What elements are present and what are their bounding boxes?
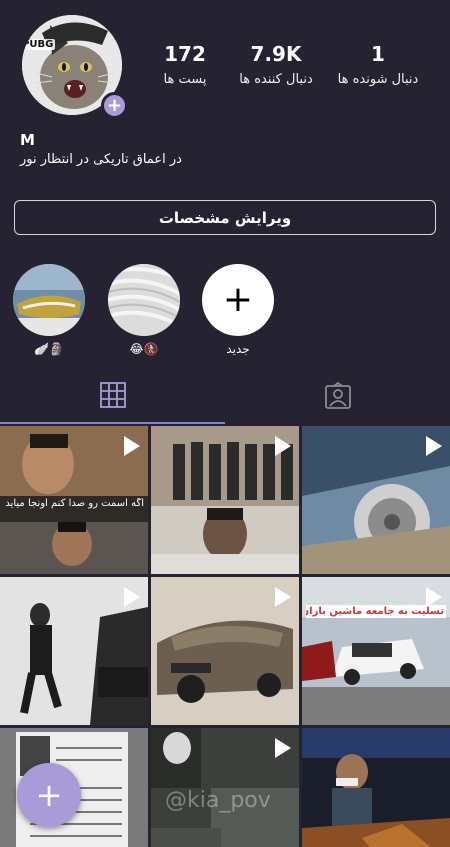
stat-value: 172 [164,42,206,66]
new-highlight-label: جدید [226,342,250,356]
post-thumbnail[interactable]: @kia_pov [151,728,299,847]
stat-value: 1 [371,42,385,66]
highlight-cover [108,264,180,336]
profile-username: M [20,131,35,149]
stat-value: 7.9K [250,42,302,66]
post-thumbnail[interactable]: تسلیت به جامعه ماشین بازان ایران [302,577,450,725]
post-thumbnail[interactable] [151,577,299,725]
stat-followers[interactable]: 7.9K دنبال کننده ها [230,42,322,90]
stat-label: دنبال شونده ها [337,72,419,87]
highlight-car-image [13,264,85,336]
stat-label: پست ها [163,72,207,87]
add-story-button[interactable]: + [101,92,128,119]
video-icon [426,587,442,607]
post-thumbnail[interactable] [0,577,148,725]
highlight-cover [13,264,85,336]
post-caption: تسلیت به جامعه ماشین بازان ایران [306,605,446,618]
post-thumbnail[interactable]: اگه اسمت رو صدا کنم اونجا میاید 😂😂 [0,426,148,574]
tagged-person-icon [324,382,351,409]
highlight-caption: 😂🚷 [129,342,159,356]
video-icon [275,587,291,607]
video-icon [426,436,442,456]
grid-icon [99,382,126,408]
highlight-fur-image [108,264,180,336]
video-icon [124,587,140,607]
tab-tagged[interactable] [225,368,450,424]
highlight-caption: 🪽🗿 [34,342,64,356]
profile-avatar[interactable]: PUBG + [22,15,128,119]
post-caption: @kia_pov [165,788,271,813]
avatar-brand-label: PUBG [22,39,56,50]
stat-label: دنبال کننده ها [239,72,313,87]
post-thumbnail[interactable] [302,728,450,847]
post-image [302,728,450,847]
highlight-1[interactable]: 🪽🗿 [12,264,86,356]
video-icon [275,738,291,758]
plus-icon[interactable]: + [202,264,274,336]
highlight-2[interactable]: 😂🚷 [107,264,181,356]
video-icon [275,436,291,456]
create-post-button[interactable]: + [17,763,81,827]
profile-tabs [0,368,450,424]
stat-posts[interactable]: 172 پست ها [148,42,222,90]
tab-posts-grid[interactable] [0,368,225,424]
post-thumbnail[interactable] [302,426,450,574]
edit-profile-button[interactable]: ویرایش مشخصات [14,200,436,235]
profile-bio: در اعماق تاریکی در انتظار نور [20,152,182,167]
new-highlight[interactable]: + جدید [201,264,275,356]
video-icon [124,436,140,456]
post-thumbnail[interactable] [151,426,299,574]
stat-following[interactable]: 1 دنبال شونده ها [330,42,426,90]
post-caption: اگه اسمت رو صدا کنم اونجا میاید 😂😂 [4,498,144,509]
